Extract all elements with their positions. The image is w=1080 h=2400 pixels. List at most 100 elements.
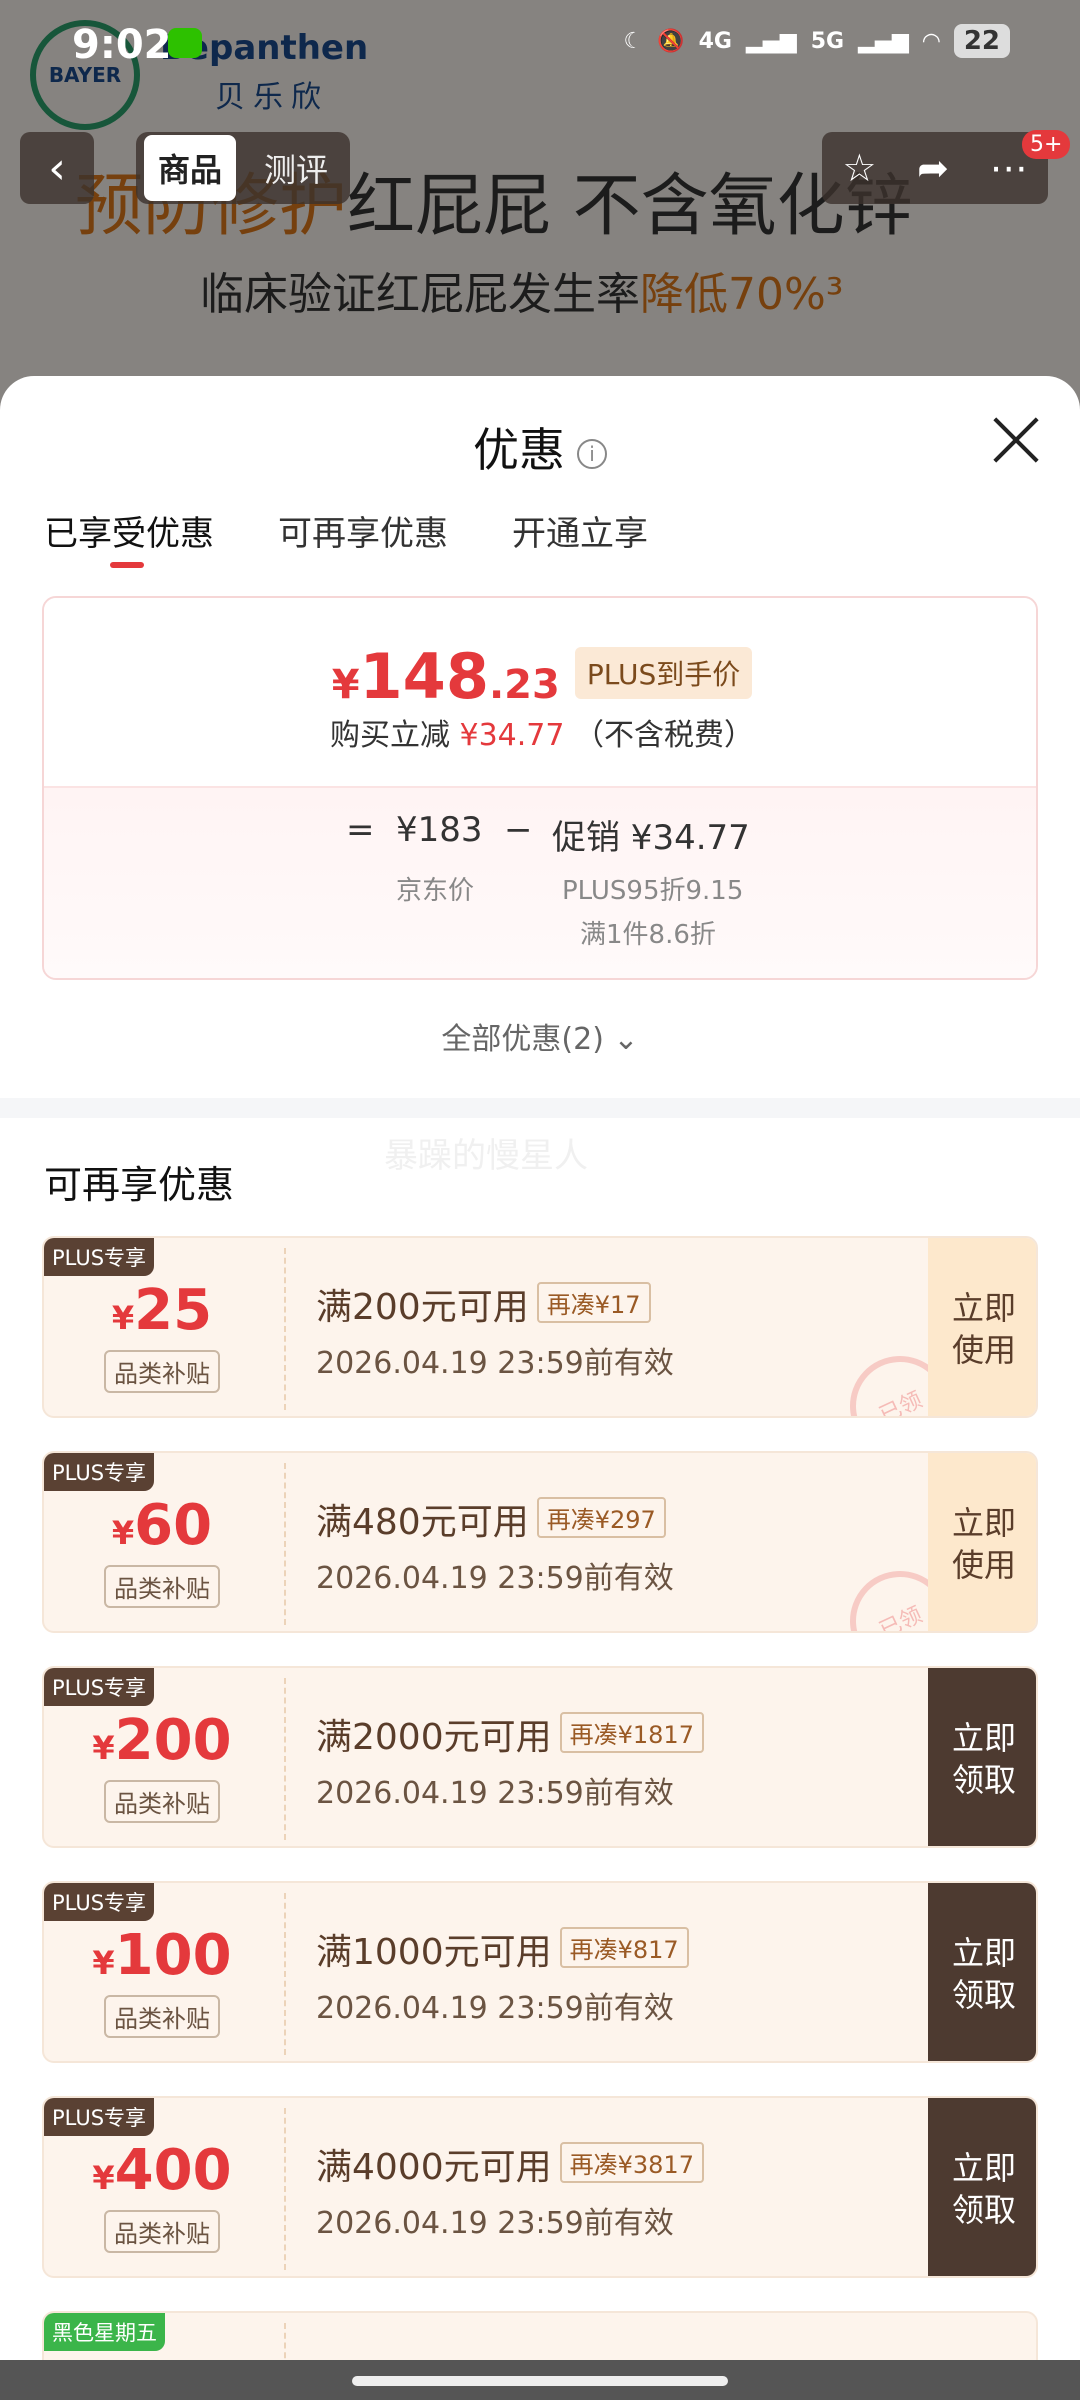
share-icon[interactable]: ➦ xyxy=(917,146,949,190)
coupon-divider xyxy=(284,1248,286,1410)
coupon-amount: ¥100 xyxy=(44,1923,280,1988)
section-divider xyxy=(0,1098,1080,1118)
watermark-text: 暴躁的慢星人 xyxy=(384,1136,588,1176)
offers-sheet: 优惠 i 已享受优惠 可再享优惠 开通立享 ¥148.23 PLUS到手价 购买立… xyxy=(0,376,1080,2400)
coupon-value: 400 xyxy=(114,2138,232,2203)
coupon-category: 品类补贴 xyxy=(104,2210,220,2253)
star-icon[interactable]: ☆ xyxy=(842,146,876,190)
status-time: 9:02 xyxy=(72,22,172,68)
tab-review[interactable]: 测评 xyxy=(250,135,342,201)
info-icon[interactable]: i xyxy=(577,438,607,469)
signal-4g: 4G xyxy=(698,28,732,54)
promo-amount: 促销 ¥34.77 xyxy=(552,818,750,858)
coupon-divider xyxy=(284,1893,286,2055)
coupon-divider xyxy=(284,1463,286,1625)
signal-icon: ▂▄▆ xyxy=(858,28,909,54)
nav-actions: ☆ ➦ ⋯ xyxy=(822,132,1048,204)
coupon-value: 25 xyxy=(134,1278,213,1343)
message-badge: 5+ xyxy=(1022,130,1071,159)
coupon-value: 100 xyxy=(114,1923,232,1988)
coupon-gap-tag: 再凑¥817 xyxy=(559,1927,689,1968)
coupon-gap-tag: 再凑¥17 xyxy=(536,1282,651,1323)
use-now-button[interactable]: 立即 使用 xyxy=(928,1238,1036,1416)
coupon-category: 品类补贴 xyxy=(104,1350,220,1393)
plus-price-tag: PLUS到手价 xyxy=(574,647,753,699)
coupon-condition: 满200元可用 再凑¥17 xyxy=(316,1278,651,1330)
coupon-condition-text: 满4000元可用 xyxy=(316,2147,552,2188)
tab-open-plus[interactable]: 开通立享 xyxy=(512,506,648,555)
final-price: ¥148.23 xyxy=(331,640,560,713)
coupon-condition: 满4000元可用 再凑¥3817 xyxy=(316,2138,704,2190)
claim-now-label: 立即 领取 xyxy=(951,2149,1016,2229)
coupon-gap-tag: 再凑¥1817 xyxy=(559,1712,704,1753)
minus-sign: − xyxy=(504,810,533,850)
price-int: 148 xyxy=(359,640,489,713)
coupon-condition-text: 满200元可用 xyxy=(316,1287,529,1328)
coupon-category: 品类补贴 xyxy=(104,1565,220,1608)
discount-summary: 购买立减 ¥34.77 （不含税费） xyxy=(44,710,1036,754)
plus-exclusive-badge: PLUS专享 xyxy=(44,1668,155,1706)
coupon-currency: ¥ xyxy=(92,1944,115,1982)
all-offers-toggle[interactable]: 全部优惠(2) ⌄ xyxy=(0,1014,1080,1058)
coupon-amount: ¥200 xyxy=(44,1708,280,1773)
mute-icon: 🔕 xyxy=(657,28,685,54)
back-button[interactable]: ‹ xyxy=(20,132,94,204)
tab-enjoyed-offers[interactable]: 已享受优惠 xyxy=(44,506,214,568)
wifi-icon: ◠ xyxy=(922,28,940,54)
section-title: 可再享优惠 xyxy=(44,1163,235,1207)
tab-more-offers[interactable]: 可再享优惠 xyxy=(278,506,448,555)
discount-amount: ¥34.77 xyxy=(459,718,565,753)
price-currency: ¥ xyxy=(331,662,360,708)
coupon-expiry: 2026.04.19 23:59前有效 xyxy=(316,1991,674,2026)
coupon-condition-text: 满2000元可用 xyxy=(316,1717,552,1758)
coupon-divider xyxy=(284,2108,286,2270)
plus-exclusive-badge: PLUS专享 xyxy=(44,2098,155,2136)
claim-now-label: 立即 领取 xyxy=(951,1934,1016,2014)
home-indicator[interactable] xyxy=(352,2376,728,2386)
coupon-category: 品类补贴 xyxy=(104,1995,220,2038)
coupon-currency: ¥ xyxy=(92,1729,115,1767)
coupon-expiry: 2026.04.19 23:59前有效 xyxy=(316,1561,674,1596)
plus-exclusive-badge: PLUS专享 xyxy=(44,1883,155,1921)
moon-icon: ☾ xyxy=(623,28,644,54)
status-icons: ☾ 🔕 4G ▂▄▆ 5G ▂▄▆ ◠ 22 xyxy=(623,24,1010,58)
coupon-expiry: 2026.04.19 23:59前有效 xyxy=(316,2206,674,2241)
claim-now-button[interactable]: 立即 领取 xyxy=(928,1883,1036,2061)
price-dec: .23 xyxy=(488,662,560,708)
tab-goods[interactable]: 商品 xyxy=(144,135,237,201)
price-summary: ¥148.23 PLUS到手价 购买立减 ¥34.77 （不含税费） xyxy=(44,598,1036,786)
claim-now-button[interactable]: 立即 领取 xyxy=(928,1668,1036,1846)
coupon-card: PLUS专享 ¥60 品类补贴 满480元可用 再凑¥297 2026.04.19… xyxy=(42,1451,1038,1633)
coupon-expiry: 2026.04.19 23:59前有效 xyxy=(316,1346,674,1381)
coupon-condition-text: 满1000元可用 xyxy=(316,1932,552,1973)
close-icon[interactable] xyxy=(992,416,1040,464)
coupon-card: PLUS专享 ¥100 品类补贴 满1000元可用 再凑¥817 2026.04.… xyxy=(42,1881,1038,2063)
black-friday-badge: 黑色星期五 xyxy=(44,2313,165,2351)
plus-exclusive-badge: PLUS专享 xyxy=(44,1453,155,1491)
coupon-amount: ¥25 xyxy=(44,1278,280,1343)
discount-suffix: （不含税费） xyxy=(574,718,755,753)
plus-exclusive-badge: PLUS专享 xyxy=(44,1238,155,1276)
coupon-card: PLUS专享 ¥25 品类补贴 满200元可用 再凑¥17 2026.04.19 … xyxy=(42,1236,1038,1418)
status-bar: 9:02 ☾ 🔕 4G ▂▄▆ 5G ▂▄▆ ◠ 22 xyxy=(0,0,1080,90)
coupon-card: PLUS专享 ¥400 品类补贴 满4000元可用 再凑¥3817 2026.04… xyxy=(42,2096,1038,2278)
use-now-button[interactable]: 立即 使用 xyxy=(928,1453,1036,1631)
promo-detail-2: 满1件8.6折 xyxy=(580,920,716,950)
coupon-currency: ¥ xyxy=(92,2159,115,2197)
more-icon[interactable]: ⋯ xyxy=(990,146,1028,190)
coupon-currency: ¥ xyxy=(111,1514,135,1552)
coupon-gap-tag: 再凑¥3817 xyxy=(559,2142,704,2183)
coupon-card: PLUS专享 ¥200 品类补贴 满2000元可用 再凑¥1817 2026.04… xyxy=(42,1666,1038,1848)
coupon-amount: ¥400 xyxy=(44,2138,280,2203)
gesture-bar xyxy=(0,2360,1080,2400)
price-breakdown: = ¥183 − 促销 ¥34.77 京东价 PLUS95折9.15 满1件8.… xyxy=(44,786,1036,978)
coupon-value: 200 xyxy=(114,1708,232,1773)
discount-prefix: 购买立减 xyxy=(329,718,450,753)
coupon-condition: 满480元可用 再凑¥297 xyxy=(316,1493,666,1545)
promo-detail-1: PLUS95折9.15 xyxy=(562,876,744,906)
offer-tabs: 已享受优惠 可再享优惠 开通立享 xyxy=(44,506,648,568)
sheet-title-text: 优惠 xyxy=(473,423,565,477)
claim-now-button[interactable]: 立即 领取 xyxy=(928,2098,1036,2276)
coupon-amount: ¥60 xyxy=(44,1493,280,1558)
price-card: ¥148.23 PLUS到手价 购买立减 ¥34.77 （不含税费） = ¥18… xyxy=(42,596,1038,980)
